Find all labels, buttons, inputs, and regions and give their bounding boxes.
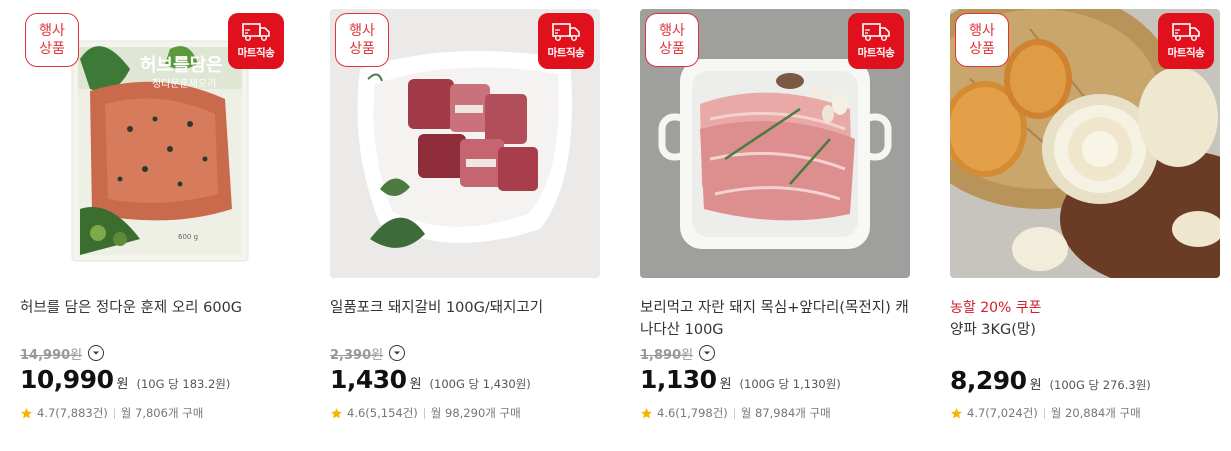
sale-price: 1,130 bbox=[640, 365, 717, 394]
price-row: 1,130 원 (100G 당 1,130원) bbox=[640, 365, 841, 394]
currency-label: 원 bbox=[409, 377, 422, 392]
delivery-truck-icon bbox=[242, 23, 270, 41]
event-product-badge: 행사 상품 bbox=[955, 13, 1009, 67]
currency-label: 원 bbox=[719, 377, 732, 392]
mart-delivery-badge: 마트직송 bbox=[228, 13, 284, 69]
rating-row: 4.6 (1,798건) 월 87,984개 구매 bbox=[640, 405, 831, 421]
price-row: 8,290 원 (100G 당 276.3원) bbox=[950, 366, 1151, 395]
review-count[interactable]: (7,883건) bbox=[55, 405, 107, 421]
star-icon bbox=[641, 407, 652, 418]
rating-value: 4.7 bbox=[967, 406, 986, 420]
product-card[interactable]: 행사 상품 마트직송 농할 20% 쿠폰 양파 3KG(망) 8,290 원 (1… bbox=[950, 9, 1220, 439]
delivery-truck-icon bbox=[1172, 23, 1200, 41]
review-count[interactable]: (5,154건) bbox=[365, 405, 417, 421]
delivery-truck-icon bbox=[552, 23, 580, 41]
original-price: 2,390원 bbox=[330, 347, 384, 363]
product-title[interactable]: 보리먹고 자란 돼지 목심+앞다리(목전지) 캐나다산 100G bbox=[640, 297, 910, 341]
chevron-down-circle-icon[interactable] bbox=[699, 345, 716, 361]
review-count[interactable]: (7,024건) bbox=[985, 405, 1037, 421]
original-price-row: 2,390원 bbox=[330, 343, 406, 363]
divider bbox=[423, 407, 425, 419]
rating-row: 4.6 (5,154건) 월 98,290개 구매 bbox=[330, 405, 521, 421]
original-price-row: 14,990원 bbox=[20, 343, 105, 363]
unit-price: (100G 당 1,430원) bbox=[429, 377, 531, 391]
rating-value: 4.6 bbox=[657, 406, 676, 420]
sale-price: 8,290 bbox=[950, 366, 1027, 395]
chevron-down-circle-icon[interactable] bbox=[389, 345, 406, 361]
mart-delivery-badge: 마트직송 bbox=[848, 13, 904, 69]
sale-price: 1,430 bbox=[330, 365, 407, 394]
package-text: 허브를담은 bbox=[140, 55, 223, 76]
product-title[interactable]: 일품포크 돼지갈비 100G/돼지고기 bbox=[330, 297, 600, 319]
purchase-count: 월 98,290개 구매 bbox=[430, 406, 521, 420]
original-price: 14,990원 bbox=[20, 347, 83, 363]
original-price: 1,890원 bbox=[640, 347, 694, 363]
product-image[interactable]: 행사 상품 마트직송 bbox=[950, 9, 1220, 278]
product-card[interactable]: 허브를담은 정다운훈제오리 600 g 행사 상품 마트직송 허브를 담은 정다운… bbox=[20, 9, 290, 439]
chevron-down-circle-icon[interactable] bbox=[88, 345, 105, 361]
product-title[interactable]: 허브를 담은 정다운 훈제 오리 600G bbox=[20, 297, 290, 319]
mart-delivery-badge: 마트직송 bbox=[1158, 13, 1214, 69]
event-product-badge: 행사 상품 bbox=[645, 13, 699, 67]
price-row: 10,990 원 (10G 당 183.2원) bbox=[20, 365, 230, 394]
product-image[interactable]: 행사 상품 마트직송 bbox=[640, 9, 910, 278]
product-card[interactable]: 행사 상품 마트직송 보리먹고 자란 돼지 목심+앞다리(목전지) 캐나다산 10… bbox=[640, 9, 910, 439]
rating-value: 4.6 bbox=[347, 406, 366, 420]
product-title[interactable]: 양파 3KG(망) bbox=[950, 319, 1220, 341]
currency-label: 원 bbox=[116, 377, 129, 392]
event-product-badge: 행사 상품 bbox=[25, 13, 79, 67]
event-product-badge: 행사 상품 bbox=[335, 13, 389, 67]
purchase-count: 월 87,984개 구매 bbox=[740, 406, 831, 420]
mart-delivery-badge: 마트직송 bbox=[538, 13, 594, 69]
coupon-label: 농할 20% 쿠폰 bbox=[950, 300, 1042, 316]
sale-price: 10,990 bbox=[20, 365, 114, 394]
currency-label: 원 bbox=[1029, 378, 1042, 393]
divider bbox=[113, 407, 115, 419]
star-icon bbox=[21, 407, 32, 418]
rating-row: 4.7 (7,883건) 월 7,806개 구매 bbox=[20, 405, 203, 421]
rating-value: 4.7 bbox=[37, 406, 56, 420]
rating-row: 4.7 (7,024건) 월 20,884개 구매 bbox=[950, 405, 1141, 421]
star-icon bbox=[951, 407, 962, 418]
product-image[interactable]: 허브를담은 정다운훈제오리 600 g 행사 상품 마트직송 bbox=[20, 9, 290, 278]
product-image[interactable]: 행사 상품 마트직송 bbox=[330, 9, 600, 278]
package-subtext: 정다운훈제오리 bbox=[152, 77, 216, 90]
star-icon bbox=[331, 407, 342, 418]
review-count[interactable]: (1,798건) bbox=[675, 405, 727, 421]
purchase-count: 월 20,884개 구매 bbox=[1050, 406, 1141, 420]
price-row: 1,430 원 (100G 당 1,430원) bbox=[330, 365, 531, 394]
unit-price: (100G 당 1,130원) bbox=[739, 377, 841, 391]
product-grid: 허브를담은 정다운훈제오리 600 g 행사 상품 마트직송 허브를 담은 정다운… bbox=[0, 0, 1231, 451]
unit-price: (10G 당 183.2원) bbox=[136, 377, 231, 391]
purchase-count: 월 7,806개 구매 bbox=[120, 406, 204, 420]
unit-price: (100G 당 276.3원) bbox=[1049, 378, 1151, 392]
divider bbox=[733, 407, 735, 419]
divider bbox=[1043, 407, 1045, 419]
delivery-truck-icon bbox=[862, 23, 890, 41]
package-weight: 600 g bbox=[178, 233, 198, 241]
original-price-row: 1,890원 bbox=[640, 343, 716, 363]
product-card[interactable]: 행사상품 마트직송 일품포크 돼지갈비 100G/돼지고기 2,390원 1, bbox=[330, 9, 600, 439]
